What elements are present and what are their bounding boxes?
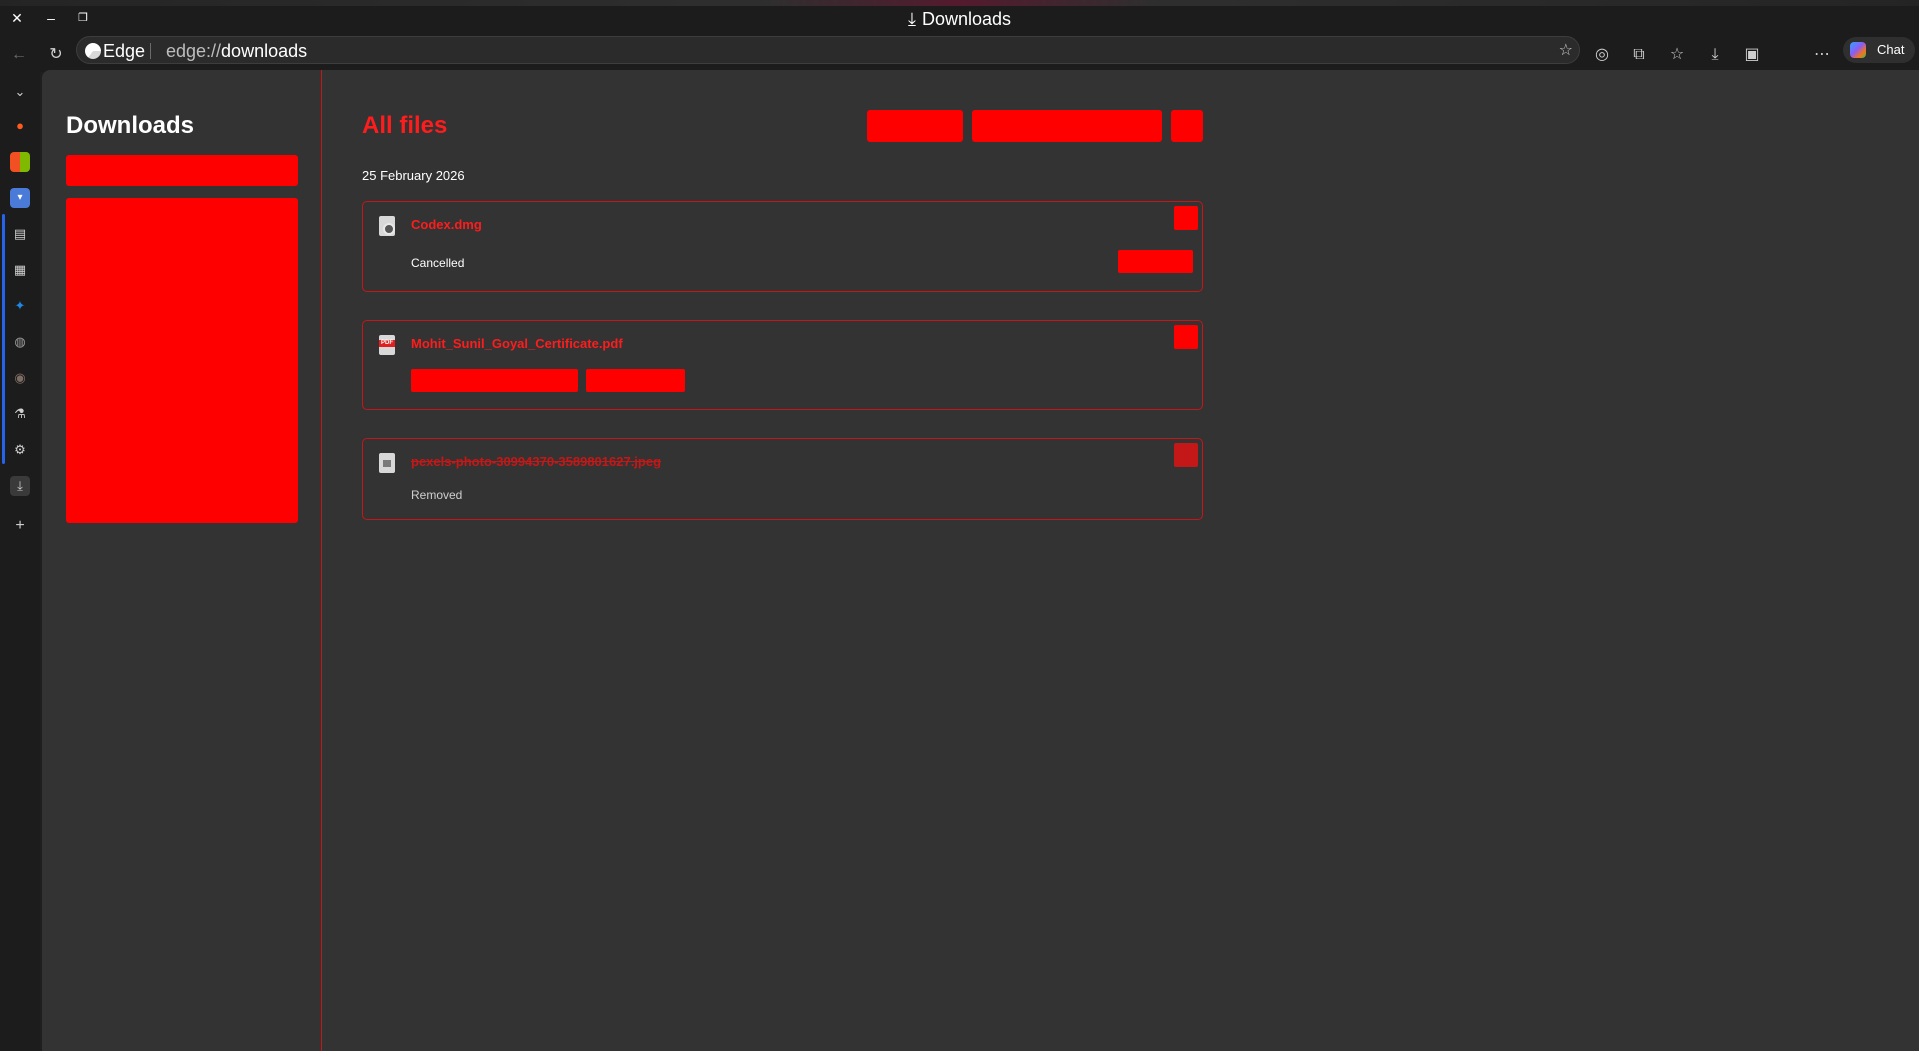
downloads-icon[interactable]: ⤓: [1703, 43, 1727, 67]
favorites-icon[interactable]: ☆: [1665, 43, 1689, 67]
pdf-file-icon: [379, 335, 395, 355]
duckduckgo-icon[interactable]: ●: [10, 116, 30, 136]
dropdown-app-icon[interactable]: ▾: [10, 188, 30, 208]
open-file-button[interactable]: [586, 369, 685, 392]
title-bar-glow: [0, 0, 1919, 6]
file-name-link[interactable]: Mohit_Sunil_Goyal_Certificate.pdf: [411, 336, 623, 351]
downloads-page: Downloads All files 25 February 2026 Cod…: [42, 70, 1919, 1051]
retry-button[interactable]: [1118, 250, 1193, 273]
tab-group-indicator: [2, 214, 5, 464]
download-item[interactable]: Codex.dmg Cancelled: [362, 201, 1203, 292]
download-status: Removed: [411, 488, 463, 502]
header-action-button[interactable]: [972, 110, 1162, 142]
download-item[interactable]: pexels-photo-30994370-3589801627.jpeg Re…: [362, 438, 1203, 520]
edge-brand-label: Edge: [103, 41, 146, 61]
chat-label: Chat: [1877, 42, 1905, 57]
microsoft-icon[interactable]: [10, 152, 30, 172]
download-icon[interactable]: ⤓: [10, 476, 30, 496]
edge-logo-icon: [85, 43, 101, 59]
vertical-tab-strip: ⌄ ● ▾ ▤ ▦ ✦ ◍ ◉ ⚗ ⚙ ⤓ +: [0, 72, 40, 1051]
date-group-label: 25 February 2026: [362, 168, 465, 183]
address-bar[interactable]: Edge edge://downloads ☆: [76, 36, 1580, 64]
screenshot-icon[interactable]: ▣: [1740, 43, 1764, 67]
remove-item-button[interactable]: [1174, 443, 1198, 467]
copilot-vision-icon[interactable]: ◎: [1590, 43, 1614, 67]
page-title: Downloads: [66, 112, 195, 139]
file-name-link: pexels-photo-30994370-3589801627.jpeg: [411, 454, 662, 469]
globe-icon[interactable]: ◍: [10, 332, 30, 352]
search-downloads-input[interactable]: [66, 155, 298, 186]
download-icon: ⤓: [907, 9, 916, 29]
address-url[interactable]: edge://downloads: [166, 41, 307, 61]
header-action-button[interactable]: [867, 110, 963, 142]
settings-icon[interactable]: ⚙: [10, 440, 30, 460]
extensions-icon[interactable]: ⧉: [1627, 43, 1651, 67]
copilot-icon: [1850, 42, 1866, 58]
window-title-text: Downloads: [921, 9, 1012, 29]
address-scheme: edge://: [166, 41, 222, 61]
add-tab-icon[interactable]: +: [10, 516, 30, 536]
collapse-icon[interactable]: ⌄: [10, 82, 30, 102]
title-bar: ✕ – ❐ ⤓ Downloads: [0, 0, 1919, 36]
address-divider: [150, 43, 151, 59]
remove-item-button[interactable]: [1174, 325, 1198, 349]
chat-button[interactable]: Chat: [1843, 37, 1915, 63]
refresh-icon[interactable]: ↻: [44, 43, 68, 67]
more-icon[interactable]: ⋯: [1810, 43, 1834, 67]
disk-image-icon: [379, 216, 395, 236]
document-icon[interactable]: ▤: [10, 224, 30, 244]
window-title: ⤓ Downloads: [0, 8, 1919, 30]
remove-item-button[interactable]: [1174, 206, 1198, 230]
rocket-icon[interactable]: ✦: [10, 296, 30, 316]
panel-divider: [321, 70, 322, 1051]
more-options-button[interactable]: [1171, 110, 1203, 142]
address-path: downloads: [221, 41, 308, 61]
downloads-nav-list[interactable]: [66, 198, 298, 523]
flask-icon[interactable]: ⚗: [10, 404, 30, 424]
star-icon[interactable]: ☆: [1559, 40, 1573, 60]
download-item[interactable]: Mohit_Sunil_Goyal_Certificate.pdf: [362, 320, 1203, 410]
back-arrow-icon[interactable]: ←: [7, 43, 31, 67]
file-name-link[interactable]: Codex.dmg: [411, 217, 482, 232]
image-file-icon: [379, 453, 395, 473]
calendar-icon[interactable]: ▦: [10, 260, 30, 280]
download-status: Cancelled: [411, 256, 465, 270]
fingerprint-icon[interactable]: ◉: [10, 368, 30, 388]
show-in-folder-button[interactable]: [411, 369, 578, 392]
section-title: All files: [362, 112, 448, 139]
